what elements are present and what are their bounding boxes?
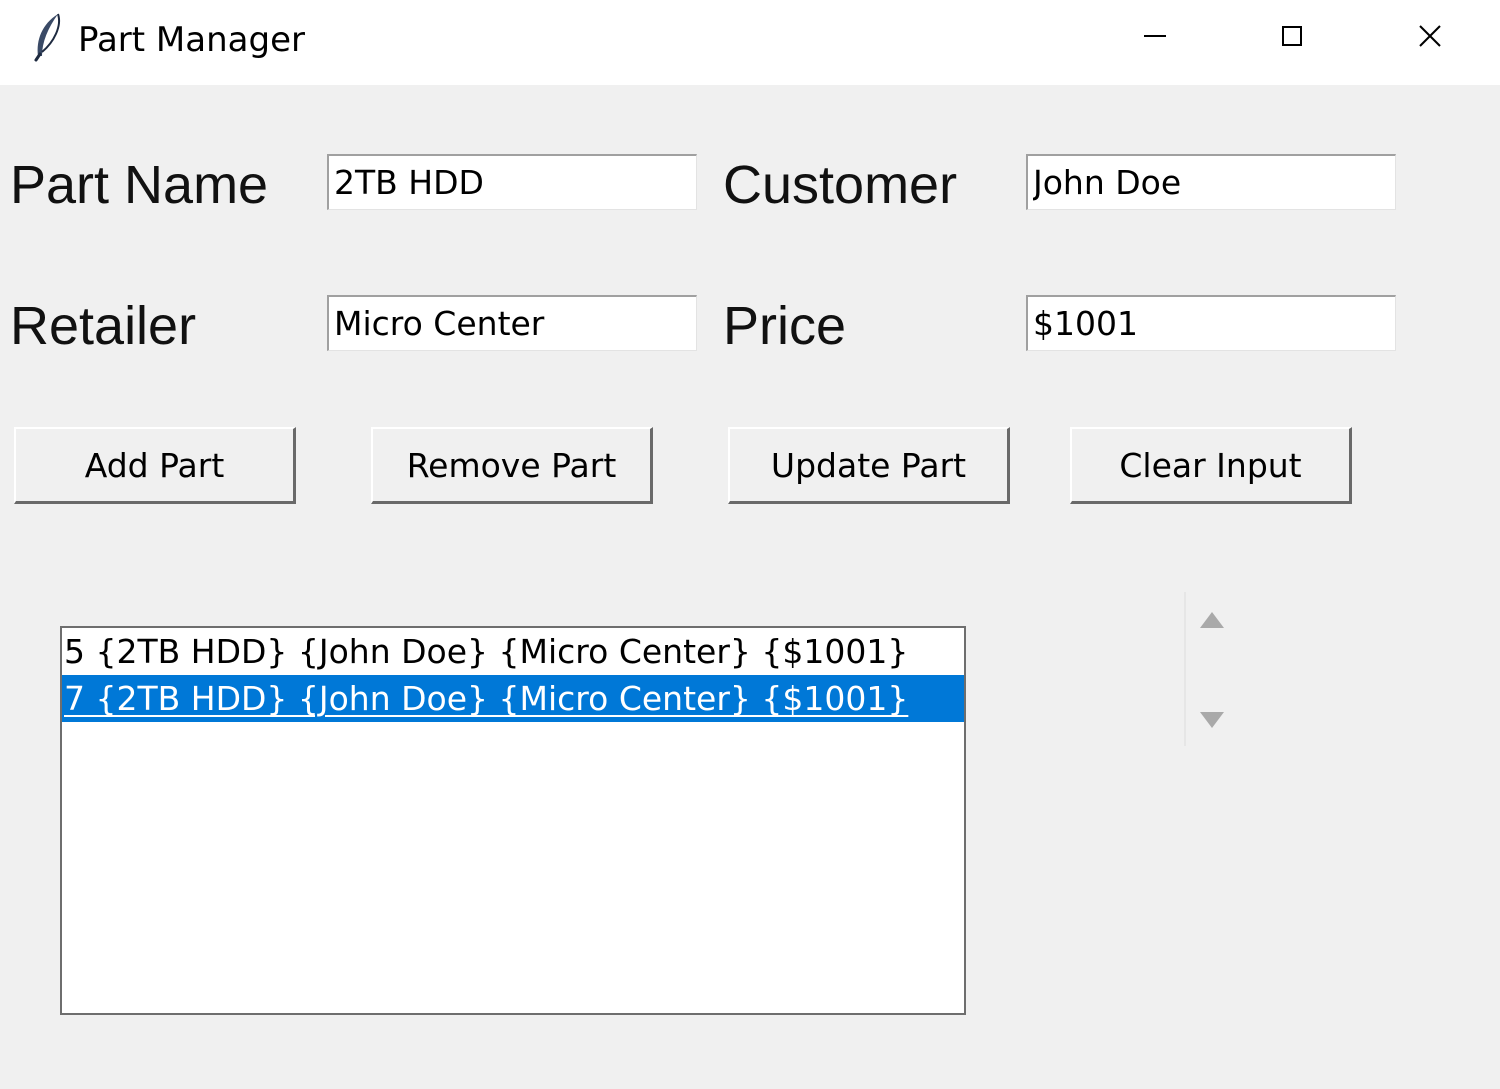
- list-item[interactable]: 5 {2TB HDD} {John Doe} {Micro Center} {$…: [62, 628, 964, 675]
- scrollbar-track: [1184, 592, 1186, 746]
- retailer-label: Retailer: [10, 296, 197, 356]
- maximize-button[interactable]: [1223, 0, 1361, 75]
- clear-input-button[interactable]: Clear Input: [1070, 427, 1352, 504]
- customer-input[interactable]: [1026, 154, 1396, 210]
- part-name-label: Part Name: [10, 155, 269, 215]
- maximize-icon: [1280, 24, 1304, 52]
- listbox-scrollbar[interactable]: [1184, 592, 1234, 746]
- minimize-button[interactable]: [1086, 0, 1224, 75]
- remove-part-button[interactable]: Remove Part: [371, 427, 653, 504]
- customer-label: Customer: [723, 155, 958, 215]
- close-button[interactable]: [1361, 0, 1499, 75]
- price-input[interactable]: [1026, 295, 1396, 351]
- feather-icon: [28, 12, 68, 62]
- list-item-selected[interactable]: 7 {2TB HDD} {John Doe} {Micro Center} {$…: [62, 675, 964, 722]
- add-part-button[interactable]: Add Part: [14, 427, 296, 504]
- window-title: Part Manager: [78, 20, 305, 60]
- retailer-input[interactable]: [327, 295, 697, 351]
- price-label: Price: [723, 296, 847, 356]
- part-name-input[interactable]: [327, 154, 697, 210]
- update-part-button[interactable]: Update Part: [728, 427, 1010, 504]
- arrow-up-icon[interactable]: [1198, 610, 1226, 634]
- minimize-icon: [1143, 24, 1167, 52]
- parts-listbox[interactable]: 5 {2TB HDD} {John Doe} {Micro Center} {$…: [60, 626, 966, 1015]
- arrow-down-icon[interactable]: [1198, 710, 1226, 734]
- title-bar: Part Manager: [0, 0, 1500, 85]
- close-icon: [1418, 24, 1442, 52]
